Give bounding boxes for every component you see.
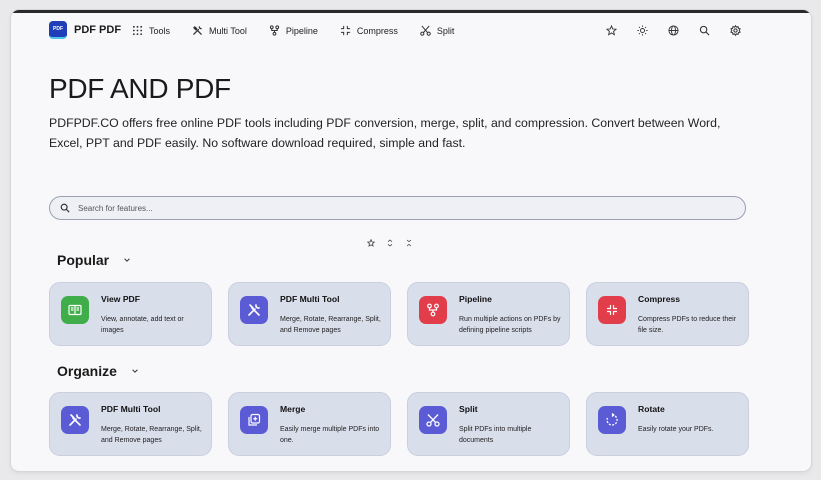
grid-icon xyxy=(132,25,143,36)
nav-item-multi-tool[interactable]: Multi Tool xyxy=(192,25,247,36)
card-title: Rotate xyxy=(638,404,665,414)
tool-card-view-pdf[interactable]: View PDF View, annotate, add text or ima… xyxy=(49,282,212,346)
compress-icon xyxy=(340,25,350,36)
nav-item-split[interactable]: Split xyxy=(420,25,455,36)
rotate-icon xyxy=(606,413,618,426)
pipeline-icon xyxy=(427,303,439,317)
card-title: View PDF xyxy=(101,294,141,304)
compress-icon xyxy=(607,305,617,315)
search-bar xyxy=(49,196,746,220)
nav-item-label: Split xyxy=(436,25,455,36)
card-icon-tile xyxy=(61,406,89,434)
expand-all-icon[interactable] xyxy=(386,239,394,247)
card-icon-tile xyxy=(419,296,447,324)
chevron-down-icon xyxy=(132,369,138,373)
nav-item-label: Multi Tool xyxy=(209,25,247,36)
tool-card-pdf-multi-tool[interactable]: PDF Multi Tool Merge, Rotate, Rearrange,… xyxy=(49,392,212,456)
card-icon-tile xyxy=(419,406,447,434)
card-description: Easily merge multiple PDFs into one. xyxy=(280,426,380,444)
nav-actions xyxy=(605,24,741,36)
nav-item-label: Tools xyxy=(149,25,171,36)
nav-item-compress[interactable]: Compress xyxy=(340,25,398,36)
nav-menu: Tools Multi Tool Pipeline Compress Split xyxy=(132,25,476,36)
tool-card-pdf-multi-tool[interactable]: PDF Multi Tool Merge, Rotate, Rearrange,… xyxy=(228,282,391,346)
card-description: Run multiple actions on PDFs by defining… xyxy=(459,316,561,334)
card-title: PDF Multi Tool xyxy=(280,294,340,304)
card-title: PDF Multi Tool xyxy=(101,404,161,414)
chevron-down-icon xyxy=(124,258,130,262)
book-icon xyxy=(68,304,82,316)
card-icon-tile xyxy=(598,406,626,434)
page-title: PDF AND PDF xyxy=(49,73,231,104)
top-nav: PDF PDF PDF Tools Multi Tool Pipeline Co… xyxy=(11,13,811,51)
nav-item-pipeline[interactable]: Pipeline xyxy=(269,25,318,36)
app-window: PDF PDF PDF Tools Multi Tool Pipeline Co… xyxy=(11,10,811,471)
search-icon xyxy=(60,203,70,213)
card-icon-tile xyxy=(598,296,626,324)
tool-card-rotate[interactable]: Rotate Easily rotate your PDFs. xyxy=(586,392,749,456)
card-description: Merge, Rotate, Rearrange, Split, and Rem… xyxy=(101,426,202,444)
card-description: View, annotate, add text or images xyxy=(101,316,184,334)
page-description: PDFPDF.CO offers free online PDF tools i… xyxy=(49,116,721,150)
section-header-popular[interactable]: Popular xyxy=(57,252,131,268)
merge-icon xyxy=(248,413,261,426)
nav-item-label: Compress xyxy=(356,25,398,36)
card-title: Merge xyxy=(280,404,306,414)
star-icon[interactable] xyxy=(605,24,617,36)
globe-icon[interactable] xyxy=(667,24,679,36)
tool-card-split[interactable]: Split Split PDFs into multiple documents xyxy=(407,392,570,456)
scissors-icon xyxy=(426,414,440,427)
card-description: Easily rotate your PDFs. xyxy=(638,426,714,433)
search-input[interactable] xyxy=(78,203,678,213)
scissors-icon xyxy=(420,25,431,36)
tool-card-compress[interactable]: Compress Compress PDFs to reduce their f… xyxy=(586,282,749,346)
brand-logo: PDF xyxy=(49,21,67,39)
tool-card-merge[interactable]: Merge Easily merge multiple PDFs into on… xyxy=(228,392,391,456)
nav-item-label: Pipeline xyxy=(285,25,318,36)
sun-icon[interactable] xyxy=(636,24,648,36)
section-header-organize[interactable]: Organize xyxy=(57,363,139,379)
tools-icon xyxy=(248,304,260,316)
brand-name: PDF PDF xyxy=(74,24,122,36)
pipeline-icon xyxy=(269,25,280,36)
view-controls xyxy=(367,239,413,247)
brand[interactable]: PDF PDF PDF xyxy=(49,21,121,39)
collapse-all-icon[interactable] xyxy=(405,239,413,247)
gear-icon[interactable] xyxy=(729,24,741,36)
card-title: Split xyxy=(459,404,478,414)
search-icon[interactable] xyxy=(698,24,710,36)
section-title: Organize xyxy=(57,363,117,379)
tool-card-pipeline[interactable]: Pipeline Run multiple actions on PDFs by… xyxy=(407,282,570,346)
card-title: Compress xyxy=(638,294,681,304)
tools-icon xyxy=(193,26,202,35)
card-icon-tile xyxy=(240,296,268,324)
card-description: Merge, Rotate, Rearrange, Split, and Rem… xyxy=(280,316,381,334)
card-title: Pipeline xyxy=(459,294,492,304)
nav-item-tools[interactable]: Tools xyxy=(132,25,170,36)
tools-icon xyxy=(69,414,81,426)
card-icon-tile xyxy=(61,296,89,324)
card-description: Split PDFs into multiple documents xyxy=(459,426,532,444)
favorites-star-icon[interactable] xyxy=(367,239,375,247)
section-title: Popular xyxy=(57,252,110,268)
card-description: Compress PDFs to reduce their file size. xyxy=(638,316,737,334)
card-icon-tile xyxy=(240,406,268,434)
